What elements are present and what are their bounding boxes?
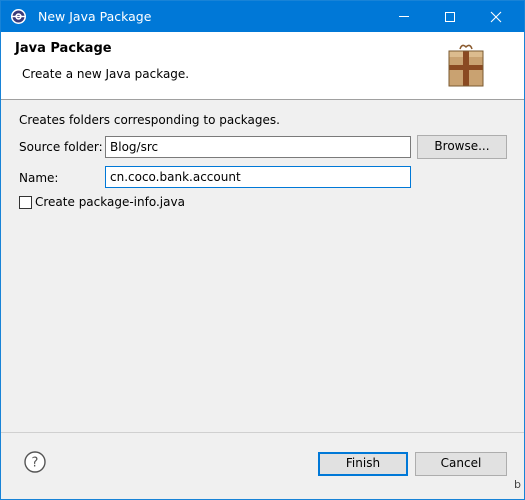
intro-text: Creates folders corresponding to package…: [19, 113, 280, 127]
finish-button[interactable]: Finish: [318, 452, 408, 476]
background-window-glyph: b: [514, 478, 521, 491]
maximize-button[interactable]: [427, 1, 473, 32]
window-title: New Java Package: [38, 9, 152, 24]
browse-button[interactable]: Browse...: [417, 135, 507, 159]
eclipse-app-icon: [11, 9, 26, 24]
source-folder-input[interactable]: Blog/src: [105, 136, 411, 158]
help-icon[interactable]: ?: [24, 451, 46, 473]
package-icon: [448, 44, 484, 87]
wizard-header: Java Package Create a new Java package.: [1, 32, 524, 100]
wizard-title: Java Package: [15, 41, 112, 56]
maximize-icon: [445, 12, 455, 22]
wizard-description: Create a new Java package.: [22, 67, 190, 81]
package-info-checkbox[interactable]: [19, 196, 32, 209]
package-info-label[interactable]: Create package-info.java: [35, 195, 185, 209]
minimize-icon: [399, 16, 409, 17]
cancel-button[interactable]: Cancel: [415, 452, 507, 476]
name-label: Name:: [19, 171, 59, 185]
source-folder-label: Source folder:: [19, 140, 103, 154]
close-button[interactable]: [473, 1, 519, 32]
svg-text:?: ?: [32, 456, 39, 471]
wizard-footer: ? Finish Cancel: [1, 432, 524, 499]
new-java-package-dialog: New Java Package Java Package Create a n…: [0, 0, 525, 500]
wizard-body: Creates folders corresponding to package…: [1, 100, 524, 432]
footer-divider: [1, 432, 524, 433]
close-icon: [490, 11, 502, 23]
title-bar[interactable]: New Java Package: [1, 1, 524, 32]
minimize-button[interactable]: [381, 1, 427, 32]
name-input[interactable]: cn.coco.bank.account: [105, 166, 411, 188]
